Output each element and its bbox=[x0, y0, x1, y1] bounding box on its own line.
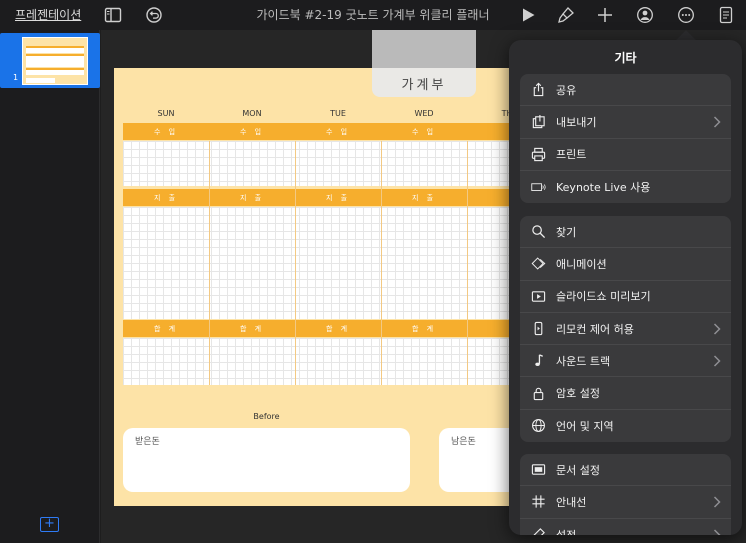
before-label: Before bbox=[253, 412, 280, 421]
income-label: 수 입 bbox=[411, 128, 437, 136]
column-divider bbox=[381, 141, 382, 385]
income-label: 수 입 bbox=[239, 128, 265, 136]
add-slide-button[interactable]: + bbox=[40, 517, 59, 532]
column-divider bbox=[467, 141, 468, 385]
menu-item-label: 안내선 bbox=[556, 495, 587, 509]
collaborate-icon[interactable] bbox=[634, 4, 656, 26]
total-label: 합 계 bbox=[239, 325, 265, 333]
menu-item-label: 내보내기 bbox=[556, 115, 597, 129]
menu-item-label: 리모컨 제어 허용 bbox=[556, 322, 634, 336]
remote-icon bbox=[520, 321, 556, 336]
share-icon bbox=[520, 82, 556, 97]
expense-grid[interactable] bbox=[123, 207, 513, 319]
print-icon bbox=[520, 147, 556, 162]
export-icon bbox=[520, 114, 556, 129]
menu-item-label: 프린트 bbox=[556, 148, 587, 162]
total-label: 합 계 bbox=[153, 325, 179, 333]
income-grid[interactable] bbox=[123, 141, 513, 186]
menu-item-label: 애니메이션 bbox=[556, 257, 607, 271]
menu-item-export[interactable]: 내보내기 bbox=[520, 106, 731, 139]
slide-number: 1 bbox=[13, 73, 19, 82]
income-label: 수 입 bbox=[153, 128, 179, 136]
undo-icon[interactable] bbox=[143, 4, 165, 26]
day-header-sun: SUN bbox=[157, 109, 175, 118]
document-settings-icon bbox=[520, 462, 556, 477]
sidebar-icon[interactable] bbox=[102, 4, 124, 26]
menu-item-soundtrack[interactable]: 사운드 트랙 bbox=[520, 345, 731, 378]
title-tab-overlay bbox=[372, 30, 476, 68]
menu-group-document: 문서 설정 안내선 설정 bbox=[520, 454, 731, 535]
income-label: 수 입 bbox=[325, 128, 351, 136]
menu-item-slideshow-preview[interactable]: 슬라이드쇼 미리보기 bbox=[520, 281, 731, 313]
menu-item-document-settings[interactable]: 문서 설정 bbox=[520, 454, 731, 487]
menu-item-label: 공유 bbox=[556, 83, 577, 97]
expense-label: 지 출 bbox=[411, 194, 437, 202]
slide-navigator: 1 bbox=[0, 30, 100, 543]
column-divider bbox=[295, 141, 296, 385]
menu-item-share[interactable]: 공유 bbox=[520, 74, 731, 107]
expense-label: 지 출 bbox=[239, 194, 265, 202]
presentations-back-link[interactable]: 프레젠테이션 bbox=[15, 6, 81, 23]
day-header-mon: MON bbox=[242, 109, 262, 118]
received-money-label: 받은돈 bbox=[135, 437, 160, 447]
more-icon[interactable] bbox=[675, 4, 697, 26]
chevron-right-icon bbox=[713, 496, 721, 508]
remaining-money-box[interactable]: 남은돈 bbox=[439, 428, 514, 492]
slideshow-preview-icon bbox=[520, 289, 556, 304]
more-popover-menu: 기타 공유 내보내기 프린트 Keynote Live 사용 찾기 애니메이션 … bbox=[509, 40, 742, 535]
chevron-right-icon bbox=[713, 323, 721, 335]
brush-icon[interactable] bbox=[555, 4, 577, 26]
menu-item-animation[interactable]: 애니메이션 bbox=[520, 248, 731, 281]
column-divider bbox=[209, 141, 210, 385]
menu-item-label: 문서 설정 bbox=[556, 463, 600, 477]
menu-item-label: 언어 및 지역 bbox=[556, 419, 614, 433]
expense-label: 지 출 bbox=[153, 194, 179, 202]
guides-icon bbox=[520, 494, 556, 509]
slide-thumbnail-selected[interactable]: 1 bbox=[0, 33, 100, 88]
menu-item-label: 사운드 트랙 bbox=[556, 354, 611, 368]
menu-item-label: 암호 설정 bbox=[556, 387, 600, 401]
animation-icon bbox=[520, 256, 556, 271]
menu-item-set-password[interactable]: 암호 설정 bbox=[520, 377, 731, 410]
menu-group-tools: 찾기 애니메이션 슬라이드쇼 미리보기 리모컨 제어 허용 사운드 트랙 암호 … bbox=[520, 216, 731, 443]
menu-item-print[interactable]: 프린트 bbox=[520, 139, 731, 171]
music-note-icon bbox=[520, 353, 556, 368]
popover-title: 기타 bbox=[614, 51, 637, 65]
menu-item-find[interactable]: 찾기 bbox=[520, 216, 731, 249]
chevron-right-icon bbox=[713, 355, 721, 367]
received-money-box[interactable]: 받은돈 bbox=[123, 428, 410, 492]
top-toolbar: 프레젠테이션 가이드북 #2-19 굿노트 가계부 위클리 플래너 bbox=[0, 0, 746, 30]
expense-label: 지 출 bbox=[325, 194, 351, 202]
remaining-money-label: 남은돈 bbox=[451, 437, 476, 447]
day-header-wed: WED bbox=[414, 109, 434, 118]
slide-thumbnail-image bbox=[22, 37, 88, 85]
keynote-app: 프레젠테이션 가이드북 #2-19 굿노트 가계부 위클리 플래너 1 + 가계… bbox=[0, 0, 746, 543]
play-icon[interactable] bbox=[517, 4, 539, 26]
settings-icon bbox=[520, 527, 556, 535]
menu-item-label: 슬라이드쇼 미리보기 bbox=[556, 290, 651, 304]
keynote-live-icon bbox=[520, 180, 556, 195]
menu-item-settings[interactable]: 설정 bbox=[520, 519, 731, 535]
chevron-right-icon bbox=[713, 529, 721, 535]
menu-group-share: 공유 내보내기 프린트 Keynote Live 사용 bbox=[520, 74, 731, 204]
total-label: 합 계 bbox=[325, 325, 351, 333]
day-header-tue: TUE bbox=[330, 109, 346, 118]
lock-icon bbox=[520, 386, 556, 401]
menu-item-remote-control[interactable]: 리모컨 제어 허용 bbox=[520, 313, 731, 346]
menu-item-guides[interactable]: 안내선 bbox=[520, 486, 731, 519]
plus-icon[interactable] bbox=[594, 4, 616, 26]
total-grid[interactable] bbox=[123, 338, 513, 385]
menu-item-label: Keynote Live 사용 bbox=[556, 181, 651, 195]
menu-item-keynote-live[interactable]: Keynote Live 사용 bbox=[520, 171, 731, 203]
menu-item-language-region[interactable]: 언어 및 지역 bbox=[520, 410, 731, 442]
document-icon[interactable] bbox=[715, 4, 737, 26]
menu-item-label: 찾기 bbox=[556, 225, 577, 239]
total-label: 합 계 bbox=[411, 325, 437, 333]
search-icon bbox=[520, 224, 556, 239]
slide-title: 가계부 bbox=[401, 78, 447, 93]
menu-item-label: 설정 bbox=[556, 527, 576, 535]
globe-icon bbox=[520, 418, 556, 433]
chevron-right-icon bbox=[713, 116, 721, 128]
